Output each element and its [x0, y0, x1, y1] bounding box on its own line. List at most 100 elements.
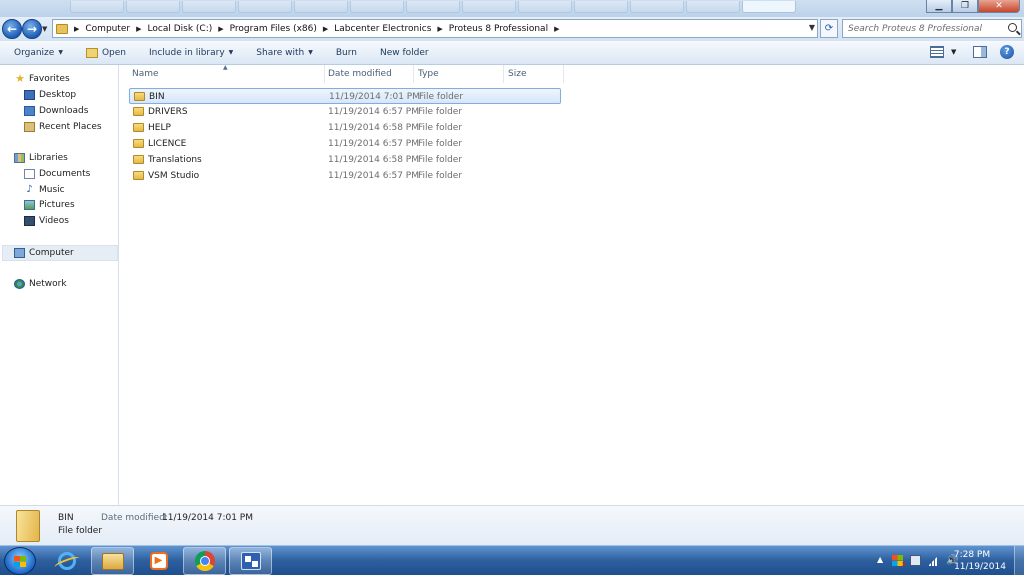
minimize-button[interactable]: ▁: [926, 0, 952, 13]
nav-downloads[interactable]: Downloads: [24, 104, 88, 118]
background-tab[interactable]: [574, 1, 628, 13]
view-options-icon[interactable]: [930, 46, 944, 58]
close-button[interactable]: ✕: [978, 0, 1020, 13]
active-window-tab[interactable]: [742, 1, 796, 13]
libraries-icon: [14, 153, 25, 163]
chevron-right-icon[interactable]: ▶: [437, 25, 442, 33]
background-tab[interactable]: [462, 1, 516, 13]
folder-icon: [133, 139, 144, 148]
clock-date[interactable]: 11/19/2014: [950, 562, 1010, 572]
table-row[interactable]: HELP 11/19/2014 6:58 PM File folder: [129, 120, 561, 136]
nav-pictures[interactable]: Pictures: [24, 198, 75, 212]
nav-videos[interactable]: Videos: [24, 214, 69, 228]
file-type: File folder: [418, 139, 463, 149]
nav-network[interactable]: Network: [14, 277, 67, 291]
open-button[interactable]: Open: [72, 42, 135, 64]
column-header-size[interactable]: Size: [504, 65, 564, 83]
show-hidden-icons-button[interactable]: ▲: [877, 555, 883, 564]
table-row[interactable]: LICENCE 11/19/2014 6:57 PM File folder: [129, 136, 561, 152]
background-tab[interactable]: [686, 1, 740, 13]
wireless-signal-icon[interactable]: [928, 555, 939, 566]
breadcrumb-program-files[interactable]: Program Files (x86): [230, 24, 317, 34]
chevron-down-icon[interactable]: ▼: [951, 48, 956, 56]
share-with-menu[interactable]: Share with ▼: [242, 42, 322, 64]
background-tab[interactable]: [182, 1, 236, 13]
nav-computer[interactable]: Computer: [14, 246, 74, 260]
action-center-icon[interactable]: [892, 555, 907, 569]
table-row[interactable]: VSM Studio 11/19/2014 6:57 PM File folde…: [129, 168, 561, 184]
file-name: HELP: [148, 123, 171, 133]
documents-icon: [24, 169, 35, 179]
file-date: 11/19/2014 6:57 PM: [328, 139, 419, 149]
breadcrumb-proteus[interactable]: Proteus 8 Professional: [449, 24, 548, 34]
file-type: File folder: [418, 123, 463, 133]
recent-pages-dropdown[interactable]: ▼: [42, 25, 47, 33]
back-button[interactable]: ←: [2, 19, 22, 39]
chevron-down-icon: ▼: [308, 49, 313, 56]
preview-pane-icon[interactable]: [973, 46, 987, 58]
chrome-taskbar-button[interactable]: [183, 547, 226, 575]
proteus-taskbar-button[interactable]: [229, 547, 272, 575]
internet-explorer-icon: [57, 552, 76, 570]
background-tab[interactable]: [238, 1, 292, 13]
table-row[interactable]: BIN 11/19/2014 7:01 PM File folder: [129, 88, 561, 104]
table-row[interactable]: Translations 11/19/2014 6:58 PM File fol…: [129, 152, 561, 168]
organize-menu[interactable]: Organize ▼: [0, 42, 72, 64]
include-in-library-menu[interactable]: Include in library ▼: [135, 42, 242, 64]
background-tab[interactable]: [126, 1, 180, 13]
chevron-right-icon[interactable]: ▶: [323, 25, 328, 33]
internet-explorer-taskbar-button[interactable]: [45, 547, 88, 575]
chevron-right-icon[interactable]: ▶: [136, 25, 141, 33]
windows-explorer-taskbar-button[interactable]: [91, 547, 134, 575]
nav-network-label: Network: [29, 279, 67, 289]
nav-music[interactable]: ♪ Music: [24, 183, 64, 197]
media-player-taskbar-button[interactable]: ▶: [137, 547, 180, 575]
network-status-icon[interactable]: [910, 555, 921, 566]
refresh-button[interactable]: ⟳: [820, 19, 838, 38]
start-button[interactable]: [4, 547, 36, 575]
address-bar[interactable]: ▶ Computer ▶ Local Disk (C:) ▶ Program F…: [52, 19, 818, 38]
details-date-label: Date modified:: [101, 513, 168, 523]
column-header-type-label: Type: [418, 69, 439, 79]
column-headers: Name ▲ Date modified Type Size: [120, 64, 1024, 83]
file-type: File folder: [419, 92, 464, 102]
clock-time[interactable]: 7:28 PM: [942, 550, 1002, 560]
close-icon: ✕: [995, 1, 1003, 11]
breadcrumb-computer[interactable]: Computer: [85, 24, 130, 34]
media-player-icon: ▶: [149, 552, 168, 570]
background-tab[interactable]: [630, 1, 684, 13]
nav-recent-places[interactable]: Recent Places: [24, 120, 102, 134]
table-row[interactable]: DRIVERS 11/19/2014 6:57 PM File folder: [129, 104, 561, 120]
background-tab[interactable]: [70, 1, 124, 13]
new-folder-button[interactable]: New folder: [366, 42, 438, 64]
nav-favorites[interactable]: ★ Favorites: [14, 72, 70, 86]
restore-button[interactable]: ❐: [952, 0, 978, 13]
column-header-date-modified[interactable]: Date modified: [324, 65, 414, 83]
chevron-down-icon[interactable]: ▼: [809, 23, 815, 32]
include-in-library-label: Include in library: [149, 47, 225, 58]
breadcrumb-local-disk[interactable]: Local Disk (C:): [148, 24, 213, 34]
background-tab[interactable]: [406, 1, 460, 13]
nav-documents[interactable]: Documents: [24, 167, 90, 181]
nav-libraries-label: Libraries: [29, 153, 68, 163]
background-tab[interactable]: [294, 1, 348, 13]
forward-button[interactable]: →: [22, 19, 42, 39]
background-tab[interactable]: [350, 1, 404, 13]
background-tab[interactable]: [518, 1, 572, 13]
file-date: 11/19/2014 6:57 PM: [328, 107, 419, 117]
show-desktop-button[interactable]: [1014, 546, 1024, 575]
search-icon: [1008, 23, 1017, 32]
chevron-right-icon[interactable]: ▶: [74, 25, 79, 33]
chevron-down-icon: ▼: [228, 49, 234, 56]
help-icon[interactable]: ?: [1000, 45, 1014, 59]
column-header-type[interactable]: Type: [414, 65, 504, 83]
chevron-right-icon[interactable]: ▶: [554, 25, 559, 33]
nav-desktop-label: Desktop: [39, 90, 77, 100]
chevron-right-icon[interactable]: ▶: [218, 25, 223, 33]
file-date: 11/19/2014 6:57 PM: [328, 171, 419, 181]
nav-libraries[interactable]: Libraries: [14, 151, 68, 165]
search-input[interactable]: Search Proteus 8 Professional: [842, 19, 1022, 38]
burn-button[interactable]: Burn: [322, 42, 366, 64]
nav-desktop[interactable]: Desktop: [24, 88, 76, 102]
breadcrumb-labcenter[interactable]: Labcenter Electronics: [334, 24, 431, 34]
